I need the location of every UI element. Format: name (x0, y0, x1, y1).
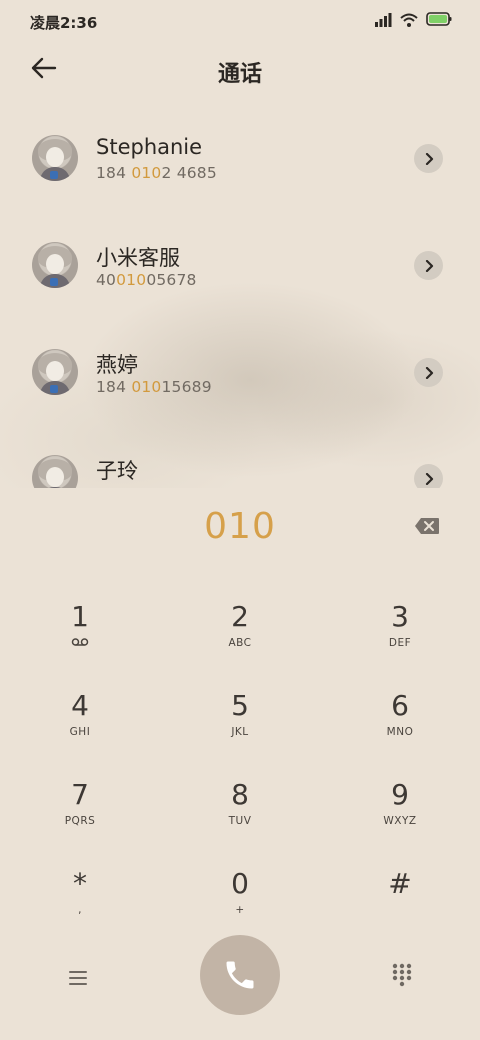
contact-name: 子玲 (96, 459, 138, 483)
dial-key-7[interactable]: 7 PQRS (0, 778, 160, 867)
number-match-highlight: 010 (131, 378, 162, 396)
call-button[interactable] (200, 935, 280, 1015)
dialpad-icon (392, 963, 412, 987)
status-bar: 凌晨2:36 (0, 0, 480, 42)
contact-row[interactable]: 子玲 (0, 425, 480, 488)
number-match-highlight: 010 (131, 164, 162, 182)
signal-icon (374, 12, 392, 31)
contact-name: Stephanie (96, 135, 203, 159)
chevron-right-icon (425, 366, 433, 379)
battery-icon (426, 11, 452, 31)
contact-row[interactable]: 燕婷 184 01015689 (0, 319, 480, 426)
header: 通话 (0, 42, 480, 98)
status-icons (374, 11, 452, 31)
keypad-toggle-button[interactable] (390, 962, 414, 988)
contact-name: 小米客服 (96, 246, 180, 270)
contact-detail-button[interactable] (414, 464, 443, 488)
dial-key-6[interactable]: 6 MNO (320, 689, 480, 778)
contact-number: 184 0102 4685 (96, 164, 217, 182)
dial-panel: 010 1 2 ABC 3 DEF 4 GHI 5 JKL 6 MNO 7 PQ… (0, 488, 480, 1040)
menu-button[interactable] (66, 966, 90, 990)
chevron-right-icon (425, 259, 433, 272)
contact-number: 184 01015689 (96, 378, 212, 396)
backspace-button[interactable] (414, 517, 440, 535)
dial-key-8[interactable]: 8 TUV (160, 778, 320, 867)
contact-number: 4001005678 (96, 271, 197, 289)
contact-row[interactable]: 小米客服 4001005678 (0, 212, 480, 319)
chevron-right-icon (425, 152, 433, 165)
status-time: 凌晨2:36 (30, 14, 98, 32)
dial-key-9[interactable]: 9 WXYZ (320, 778, 480, 867)
dialed-number: 010 (204, 506, 276, 547)
dial-key-4[interactable]: 4 GHI (0, 689, 160, 778)
number-match-highlight: 010 (116, 271, 147, 289)
menu-icon (69, 971, 87, 985)
dialer-bottom-bar (0, 933, 480, 1023)
avatar (32, 455, 78, 488)
contact-name: 燕婷 (96, 353, 138, 377)
chevron-right-icon (425, 472, 433, 485)
wifi-icon (400, 12, 418, 31)
avatar (32, 242, 78, 288)
avatar (32, 349, 78, 395)
contact-detail-button[interactable] (414, 251, 443, 280)
backspace-icon (415, 518, 439, 534)
page-title: 通话 (217, 62, 262, 87)
voicemail-icon (0, 637, 160, 651)
dial-key-2[interactable]: 2 ABC (160, 600, 320, 689)
contact-detail-button[interactable] (414, 358, 443, 387)
phone-icon (226, 961, 254, 989)
contact-detail-button[interactable] (414, 144, 443, 173)
contact-row[interactable]: Stephanie 184 0102 4685 (0, 105, 480, 212)
contact-list: Stephanie 184 0102 4685 小米客服 4001005678 … (0, 105, 480, 488)
dial-key-3[interactable]: 3 DEF (320, 600, 480, 689)
dial-key-5[interactable]: 5 JKL (160, 689, 320, 778)
avatar (32, 135, 78, 181)
dial-key-1[interactable]: 1 (0, 600, 160, 689)
